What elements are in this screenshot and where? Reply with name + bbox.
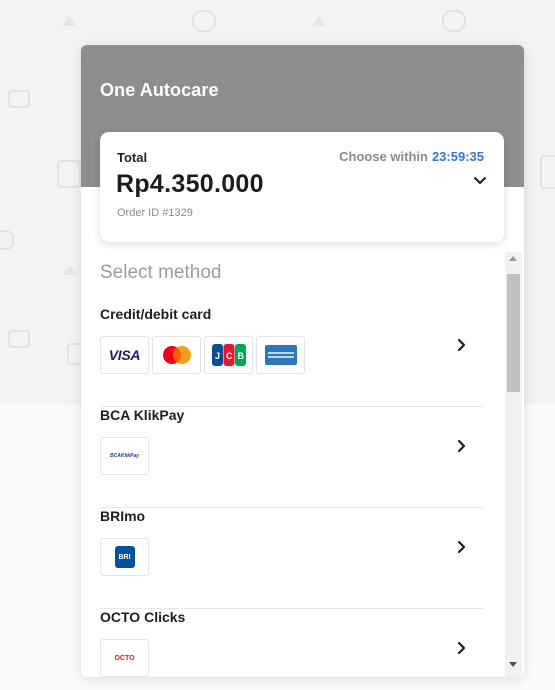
chevron-right-icon[interactable] xyxy=(456,439,468,453)
scroll-down-arrow-icon[interactable] xyxy=(509,662,517,667)
chevron-right-icon[interactable] xyxy=(456,540,468,554)
method-logos: OCTO xyxy=(100,639,149,677)
mastercard-logo xyxy=(152,336,201,374)
payment-deadline: Choose within 23:59:35 xyxy=(339,149,484,164)
svg-text:B: B xyxy=(237,351,244,361)
background-icon xyxy=(192,10,216,32)
payment-method-list: Select method Credit/debit card VISA J C… xyxy=(81,252,524,677)
jcb-icon: J C B xyxy=(211,344,246,366)
payment-modal: One Autocare Total Choose within 23:59:35… xyxy=(81,45,524,677)
background-icon xyxy=(62,16,76,26)
total-label: Total xyxy=(117,150,148,165)
method-name: BRImo xyxy=(100,508,146,524)
background-icon xyxy=(442,10,466,32)
background-icon xyxy=(0,230,14,250)
octo-logo-text: OCTO xyxy=(114,654,135,662)
background-icon xyxy=(8,330,30,348)
payment-method-octo-clicks[interactable]: OCTO Clicks OCTO xyxy=(100,609,484,677)
amex-logo xyxy=(256,336,305,374)
method-list-scrollbar[interactable] xyxy=(505,252,522,677)
chevron-right-icon[interactable] xyxy=(456,641,468,655)
jcb-logo: J C B xyxy=(204,336,253,374)
svg-text:J: J xyxy=(215,351,220,361)
scroll-up-arrow-icon[interactable] xyxy=(509,256,517,261)
background-icon xyxy=(57,160,81,188)
chevron-right-icon[interactable] xyxy=(456,338,468,352)
octo-clicks-logo: OCTO xyxy=(100,639,149,677)
background-icon xyxy=(312,16,326,26)
select-method-heading: Select method xyxy=(100,262,222,283)
choose-within-label: Choose within xyxy=(339,149,428,164)
payment-method-credit-card[interactable]: Credit/debit card VISA J C B xyxy=(100,306,484,407)
brimo-icon: BRI xyxy=(114,546,135,568)
bca-logo-text: BCAKlikPay xyxy=(110,453,139,459)
method-logos: BCAKlikPay xyxy=(100,437,149,475)
order-id: Order ID #1329 xyxy=(117,207,193,219)
background-icon xyxy=(540,155,555,189)
countdown-timer: 23:59:35 xyxy=(431,149,484,164)
order-summary-card[interactable]: Total Choose within 23:59:35 Rp4.350.000 … xyxy=(100,132,504,242)
bri-logo-text: BRI xyxy=(118,553,131,561)
method-logos: BRI xyxy=(100,538,149,576)
scrollbar-thumb[interactable] xyxy=(507,274,520,392)
svg-text:C: C xyxy=(226,351,233,361)
merchant-name: One Autocare xyxy=(100,80,219,100)
brimo-logo: BRI xyxy=(100,538,149,576)
method-name: BCA KlikPay xyxy=(100,407,185,423)
visa-logo: VISA xyxy=(100,336,149,374)
card-logos: VISA J C B xyxy=(100,336,305,374)
amex-icon xyxy=(264,345,297,365)
background-icon xyxy=(63,265,77,275)
bca-klikpay-logo: BCAKlikPay xyxy=(100,437,149,475)
payment-method-bca-klikpay[interactable]: BCA KlikPay BCAKlikPay xyxy=(100,407,484,508)
payment-method-brimo[interactable]: BRImo BRI xyxy=(100,508,484,609)
mastercard-icon xyxy=(162,346,191,364)
method-name: Credit/debit card xyxy=(100,306,212,322)
method-name: OCTO Clicks xyxy=(100,609,186,625)
background-icon xyxy=(8,90,30,108)
chevron-down-icon[interactable] xyxy=(473,174,487,188)
visa-logo-text: VISA xyxy=(108,347,141,363)
total-amount: Rp4.350.000 xyxy=(116,170,264,198)
